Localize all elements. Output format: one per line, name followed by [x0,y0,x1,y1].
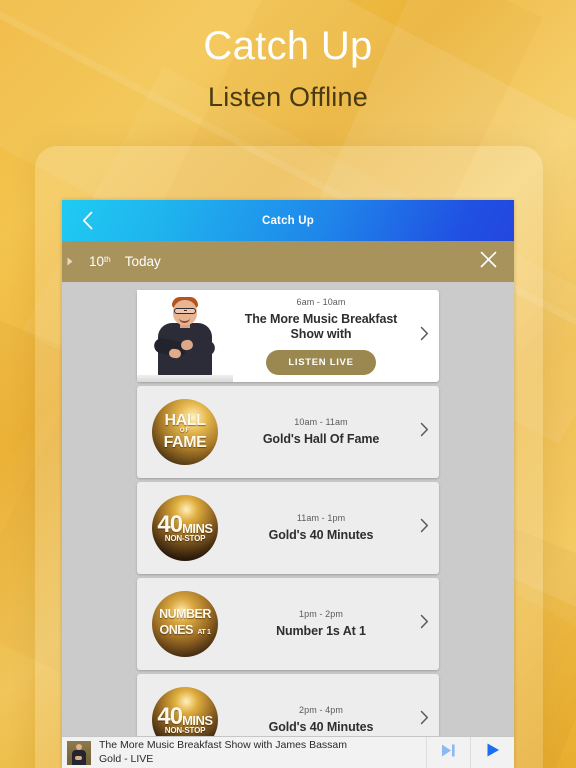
show-details: 11am - 1pm Gold's 40 Minutes [233,513,409,543]
show-card[interactable]: 6am - 10am The More Music Breakfast Show… [137,290,439,382]
player-station-label: Gold - LIVE [99,752,154,765]
skip-next-icon [440,743,457,763]
presenter-photo [137,290,233,382]
chevron-right-icon [420,710,429,730]
show-artwork [137,290,233,382]
logo-line: AT 1 [197,628,211,636]
show-card[interactable]: HALL OF FAME 10am - 11am Gold's Hall Of … [137,386,439,478]
hall-of-fame-logo: HALL OF FAME [152,399,218,465]
show-details: 6am - 10am The More Music Breakfast Show… [233,297,409,376]
show-disclosure-button[interactable] [409,422,439,442]
show-artwork: 40 MINS NON-STOP [137,482,233,574]
show-disclosure-button[interactable] [409,518,439,538]
show-time: 1pm - 2pm [299,608,343,619]
selected-date[interactable]: 10th Today [89,254,161,269]
play-icon [485,742,501,763]
player-artwork [67,740,91,765]
date-today-label: Today [124,254,161,269]
player-bar[interactable]: The More Music Breakfast Show with James… [62,736,514,768]
logo-line: FAME [163,433,207,451]
listen-live-button[interactable]: LISTEN LIVE [266,350,376,376]
triangle-right-icon [67,257,73,266]
forty-minutes-logo: 40 MINS NON-STOP [152,687,218,736]
chevron-left-icon [82,211,93,230]
show-details: 10am - 11am Gold's Hall Of Fame [233,417,409,447]
page-title: Catch Up [261,214,315,227]
logo-line: 40 [157,702,183,730]
show-details: 1pm - 2pm Number 1s At 1 [233,609,409,639]
promo-background: Catch Up Listen Offline Catch Up 10 th T… [0,0,576,768]
chevron-right-icon [420,422,429,442]
date-bar: 10th Today [62,241,514,282]
logo-line: NON-STOP [164,533,206,543]
show-name: Gold's 40 Minutes [268,719,374,734]
show-time: 2pm - 4pm [299,704,343,715]
app-screen: Catch Up 10th Today 6am - 10am The More … [62,200,514,768]
chevron-right-icon [420,518,429,538]
show-name: Gold's Hall Of Fame [262,431,380,446]
show-card[interactable]: 40 MINS NON-STOP 2pm - 4pm Gold's 40 Min… [137,674,439,736]
show-name: The More Music Breakfast Show with [244,311,398,341]
show-artwork: 40 MINS NON-STOP [137,674,233,736]
promo-title: Catch Up [203,24,373,68]
show-artwork: HALL OF FAME [137,386,233,478]
prev-day-button[interactable] [62,241,78,282]
show-disclosure-button[interactable] [409,614,439,634]
chevron-right-icon [420,326,429,346]
show-time: 6am - 10am [296,296,346,307]
date-day-number: 10 [89,254,105,269]
show-details: 2pm - 4pm Gold's 40 Minutes [233,705,409,735]
play-button[interactable] [470,736,514,768]
show-time: 11am - 1pm [296,512,346,523]
close-icon [480,251,497,273]
skip-next-button[interactable] [426,736,470,768]
show-disclosure-button[interactable] [409,710,439,730]
date-ordinal-suffix: th [104,255,111,264]
show-name: Number 1s At 1 [276,623,366,638]
logo-line: 40 [157,510,183,538]
show-name: Gold's 40 Minutes [268,527,374,542]
show-card[interactable]: 40 MINS NON-STOP 11am - 1pm Gold's 40 Mi… [137,482,439,574]
chevron-right-icon [420,614,429,634]
promo-subtitle: Listen Offline [208,82,368,112]
show-list[interactable]: 6am - 10am The More Music Breakfast Show… [62,282,514,736]
show-disclosure-button[interactable] [409,326,439,346]
number-ones-logo: NUMBER ONES AT 1 [152,591,218,657]
show-artwork: NUMBER ONES AT 1 [137,578,233,670]
logo-line: NUMBER [159,607,211,622]
logo-line: NON-STOP [164,725,206,735]
nav-bar: Catch Up [62,200,514,241]
player-metadata: The More Music Breakfast Show with James… [99,739,426,766]
show-time: 10am - 11am [294,416,348,427]
logo-line: HALL [164,411,206,429]
show-card[interactable]: NUMBER ONES AT 1 1pm - 2pm Number 1s At … [137,578,439,670]
logo-line: ONES [159,622,194,637]
back-button[interactable] [70,200,104,241]
player-show-title: The More Music Breakfast Show with James… [99,739,348,752]
forty-minutes-logo: 40 MINS NON-STOP [152,495,218,561]
close-button[interactable] [472,241,504,282]
